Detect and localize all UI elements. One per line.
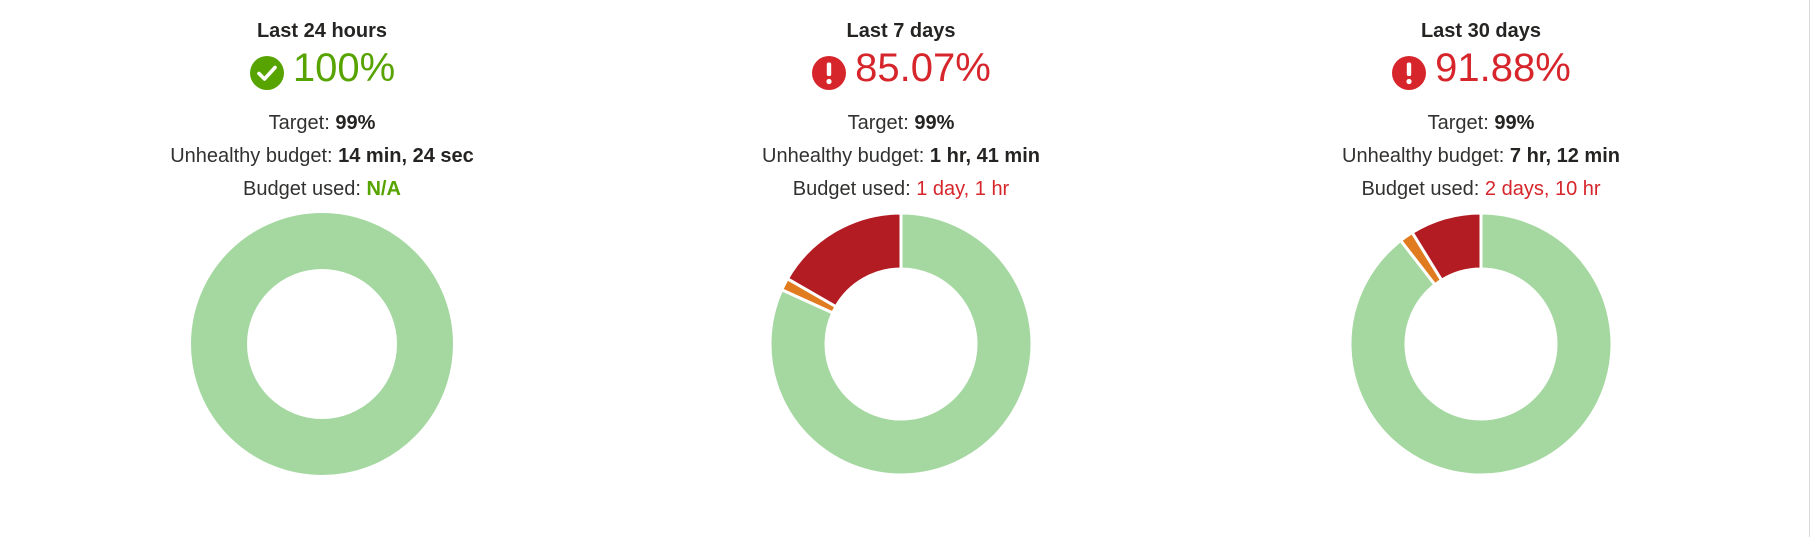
availability-value: 91.88% bbox=[1435, 46, 1571, 90]
budget-used-label: Budget used: bbox=[792, 178, 911, 200]
budget-used-value: 1 day, 1 hr bbox=[916, 178, 1010, 200]
unhealthy-budget-value: 7 hr, 12 min bbox=[1509, 145, 1620, 167]
target-line: Target: 99% bbox=[601, 112, 1201, 135]
unhealthy-budget-label: Unhealthy budget: bbox=[170, 145, 333, 167]
exclamation-circle-icon bbox=[812, 56, 847, 90]
panel-title: Last 24 hours bbox=[256, 20, 388, 42]
panel-title: Last 30 days bbox=[1420, 20, 1542, 42]
unhealthy-budget-value: 1 hr, 41 min bbox=[929, 145, 1040, 167]
donut-slice-healthy[interactable] bbox=[191, 213, 453, 475]
check-circle-icon bbox=[249, 56, 284, 90]
unhealthy-budget-label: Unhealthy budget: bbox=[1342, 145, 1505, 167]
budget-used-value: N/A bbox=[366, 178, 401, 200]
budget-used-line: Budget used: N/A bbox=[22, 178, 622, 201]
availability-value-row: 100% bbox=[22, 44, 622, 92]
target-value: 99% bbox=[914, 112, 955, 134]
budget-used-value: 2 days, 10 hr bbox=[1484, 178, 1601, 200]
availability-value-row: 91.88% bbox=[1181, 44, 1781, 92]
target-line: Target: 99% bbox=[22, 112, 622, 135]
exclamation-circle-icon bbox=[1392, 56, 1427, 90]
availability-value-row: 85.07% bbox=[601, 44, 1201, 92]
availability-donut-chart bbox=[1349, 212, 1613, 476]
availability-value: 100% bbox=[292, 46, 396, 90]
panel-title: Last 7 days bbox=[846, 20, 956, 42]
budget-used-label: Budget used: bbox=[243, 178, 361, 200]
unhealthy-budget-value: 14 min, 24 sec bbox=[338, 145, 474, 167]
unhealthy-budget-line: Unhealthy budget: 7 hr, 12 min bbox=[1181, 145, 1781, 168]
unhealthy-budget-line: Unhealthy budget: 14 min, 24 sec bbox=[22, 145, 622, 168]
budget-used-line: Budget used: 2 days, 10 hr bbox=[1181, 178, 1781, 201]
target-label: Target: bbox=[847, 112, 909, 134]
budget-used-label: Budget used: bbox=[1361, 178, 1480, 200]
availability-donut-chart bbox=[769, 212, 1033, 476]
target-label: Target: bbox=[1427, 112, 1489, 134]
unhealthy-budget-label: Unhealthy budget: bbox=[762, 145, 925, 167]
target-value: 99% bbox=[1494, 112, 1535, 134]
target-line: Target: 99% bbox=[1181, 112, 1781, 135]
unhealthy-budget-line: Unhealthy budget: 1 hr, 41 min bbox=[601, 145, 1201, 168]
availability-donut-chart bbox=[191, 213, 453, 475]
availability-value: 85.07% bbox=[855, 46, 991, 90]
target-value: 99% bbox=[335, 112, 376, 134]
budget-used-line: Budget used: 1 day, 1 hr bbox=[601, 178, 1201, 201]
target-label: Target: bbox=[268, 112, 330, 134]
